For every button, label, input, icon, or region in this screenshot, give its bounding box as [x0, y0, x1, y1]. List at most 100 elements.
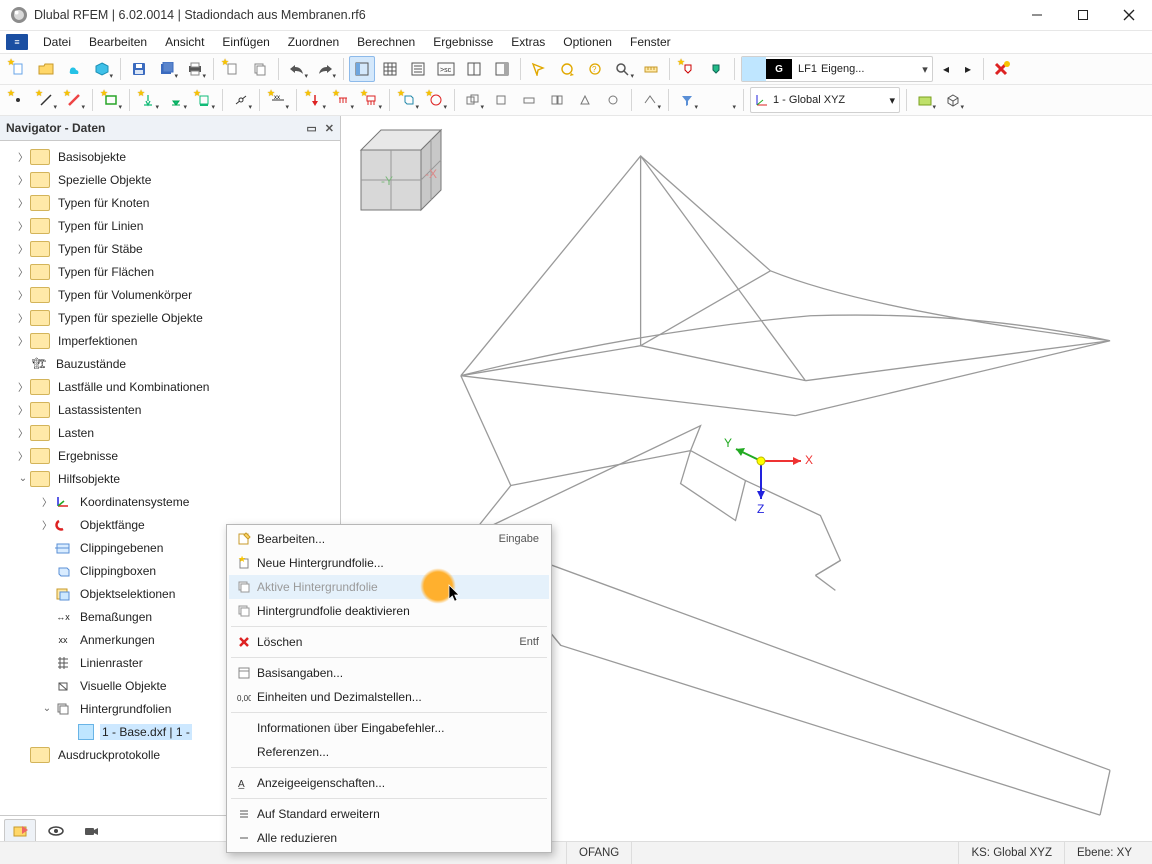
load-node-button[interactable]: ★	[302, 87, 328, 113]
panel-close-icon[interactable]: ✕	[325, 122, 334, 135]
view-iso-button[interactable]	[940, 87, 966, 113]
menu-extras[interactable]: Extras	[502, 31, 554, 53]
coord-system-combo[interactable]: 1 - Global XYZ ▾	[750, 87, 900, 113]
open-file-button[interactable]	[33, 56, 59, 82]
select-special-button[interactable]: ?	[582, 56, 608, 82]
workplane-button[interactable]	[912, 87, 938, 113]
new-node-button[interactable]: ★	[5, 87, 31, 113]
context-menu-item[interactable]: Hintergrundfolie deaktivieren	[229, 599, 549, 623]
menu-bearbeiten[interactable]: Bearbeiten	[80, 31, 156, 53]
tree-item[interactable]: 〉Typen für spezielle Objekte	[0, 306, 340, 329]
undo-button[interactable]	[284, 56, 310, 82]
context-menu-item[interactable]: 0,00Einheiten und Dezimalstellen...	[229, 685, 549, 709]
tree-item[interactable]: 〉Basisobjekte	[0, 145, 340, 168]
menu-berechnen[interactable]: Berechnen	[348, 31, 424, 53]
context-menu-item[interactable]: Auf Standard erweitern	[229, 802, 549, 826]
next-load-button[interactable]: ▸	[958, 56, 978, 82]
tree-item[interactable]: 〉Lastassistenten	[0, 398, 340, 421]
cloud-button[interactable]	[61, 56, 87, 82]
box4-button[interactable]	[572, 87, 598, 113]
panel-split-button[interactable]	[461, 56, 487, 82]
save-all-button[interactable]	[154, 56, 180, 82]
context-menu-item[interactable]: Aktive Hintergrundfolie	[229, 575, 549, 599]
context-menu-item[interactable]: A̲Anzeigeeigenschaften...	[229, 771, 549, 795]
context-menu-item[interactable]: Basisangaben...	[229, 661, 549, 685]
prev-load-button[interactable]: ◂	[936, 56, 956, 82]
box3-button[interactable]	[544, 87, 570, 113]
tree-item[interactable]: 〉Lastfälle und Kombinationen	[0, 375, 340, 398]
new-line-button[interactable]: ★	[33, 87, 59, 113]
filter2-button[interactable]	[702, 87, 738, 113]
context-menu-item[interactable]: Bearbeiten...Eingabe	[229, 527, 549, 551]
new-sheet-button[interactable]: ★	[219, 56, 245, 82]
close-button[interactable]	[1106, 0, 1152, 30]
context-menu-item[interactable]: Referenzen...	[229, 740, 549, 764]
menu-zuordnen[interactable]: Zuordnen	[279, 31, 348, 53]
load-area-button[interactable]: ★	[358, 87, 384, 113]
panel1-button[interactable]	[349, 56, 375, 82]
tree-item[interactable]: 〉Typen für Knoten	[0, 191, 340, 214]
panel-table-button[interactable]	[377, 56, 403, 82]
block-button[interactable]	[89, 56, 115, 82]
new-member-button[interactable]: ★	[61, 87, 87, 113]
context-menu-item[interactable]: ★Neue Hintergrundfolie...	[229, 551, 549, 575]
maximize-button[interactable]	[1060, 0, 1106, 30]
nav-tab-eye[interactable]	[40, 819, 72, 843]
tree-item[interactable]: 〉Spezielle Objekte	[0, 168, 340, 191]
tree-item[interactable]: 〉Lasten	[0, 421, 340, 444]
status-snap[interactable]: OFANG	[566, 842, 631, 864]
menu-fenster[interactable]: Fenster	[621, 31, 680, 53]
load-special-button[interactable]: ★	[423, 87, 449, 113]
panel-sc-button[interactable]: >sc	[433, 56, 459, 82]
load-down-button[interactable]	[703, 56, 729, 82]
support2-button[interactable]	[163, 87, 189, 113]
filter-button[interactable]	[674, 87, 700, 113]
menu-einfuegen[interactable]: Einfügen	[213, 31, 278, 53]
dim-xx-button[interactable]: ★xx	[265, 87, 291, 113]
new-file-button[interactable]: ★	[5, 56, 31, 82]
box1-button[interactable]	[488, 87, 514, 113]
copy-geom-button[interactable]	[460, 87, 486, 113]
context-menu-item[interactable]: Alle reduzieren	[229, 826, 549, 850]
tree-item[interactable]: 〉Koordinatensysteme	[0, 490, 340, 513]
tree-item[interactable]: 〉Imperfektionen	[0, 329, 340, 352]
tree-item[interactable]: ⌄Hilfsobjekte	[0, 467, 340, 490]
panel-right-button[interactable]	[489, 56, 515, 82]
panel-list-button[interactable]	[405, 56, 431, 82]
support1-button[interactable]: ★	[135, 87, 161, 113]
minimize-button[interactable]	[1014, 0, 1060, 30]
extrude-button[interactable]	[637, 87, 663, 113]
menu-ergebnisse[interactable]: Ergebnisse	[424, 31, 502, 53]
print-button[interactable]	[182, 56, 208, 82]
measure-button[interactable]	[638, 56, 664, 82]
tree-item[interactable]: 〉Ergebnisse	[0, 444, 340, 467]
tree-item[interactable]: 〉Typen für Linien	[0, 214, 340, 237]
new-surface-button[interactable]: ★	[98, 87, 124, 113]
load-solid-button[interactable]: ★	[395, 87, 421, 113]
hinge-button[interactable]	[228, 87, 254, 113]
nav-tab-camera[interactable]	[76, 819, 108, 843]
load-case-slot[interactable]: G LF1 Eigeng... ▾	[741, 56, 933, 82]
save-button[interactable]	[126, 56, 152, 82]
menu-datei[interactable]: Datei	[34, 31, 80, 53]
tree-item[interactable]: 〉Typen für Volumenkörper	[0, 283, 340, 306]
menu-optionen[interactable]: Optionen	[554, 31, 621, 53]
delete-x-button[interactable]	[989, 56, 1015, 82]
support3-button[interactable]: ★	[191, 87, 217, 113]
tree-item[interactable]: 〉Typen für Flächen	[0, 260, 340, 283]
box5-button[interactable]	[600, 87, 626, 113]
new-load-button[interactable]: ★	[675, 56, 701, 82]
redo-button[interactable]	[312, 56, 338, 82]
tree-item[interactable]: 〉Typen für Stäbe	[0, 237, 340, 260]
tree-item[interactable]: ·🏗Bauzustände	[0, 352, 340, 375]
context-menu[interactable]: Bearbeiten...Eingabe★Neue Hintergrundfol…	[226, 524, 552, 853]
find-button[interactable]	[610, 56, 636, 82]
panel-float-icon[interactable]: ▭	[306, 122, 316, 135]
menu-ansicht[interactable]: Ansicht	[156, 31, 213, 53]
select-loop-button[interactable]	[554, 56, 580, 82]
select-node-button[interactable]	[526, 56, 552, 82]
box2-button[interactable]	[516, 87, 542, 113]
nav-tab-data[interactable]	[4, 819, 36, 843]
context-menu-item[interactable]: LöschenEntf	[229, 630, 549, 654]
load-line-button[interactable]: ★	[330, 87, 356, 113]
